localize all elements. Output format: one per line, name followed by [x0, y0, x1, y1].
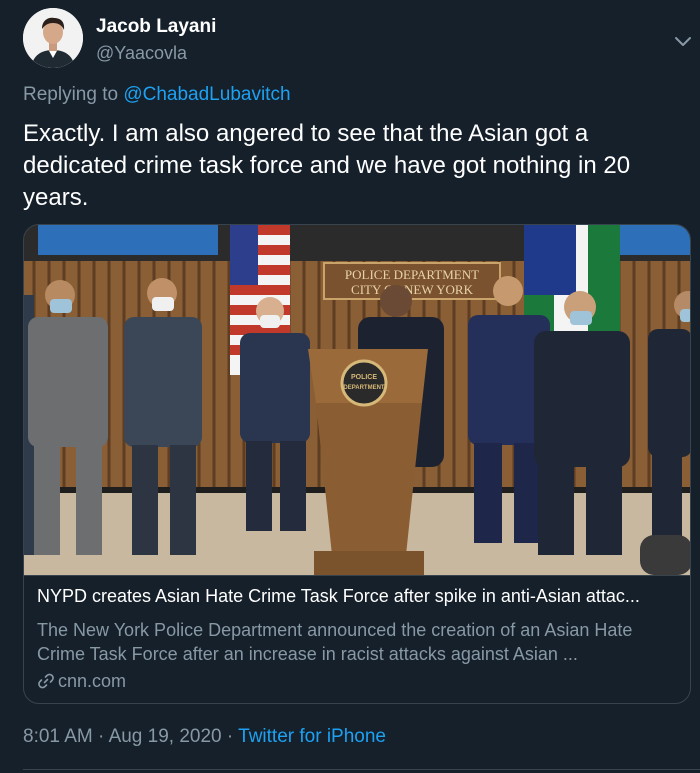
tweet-time[interactable]: 8:01 AM — [23, 726, 93, 747]
card-title[interactable]: NYPD creates Asian Hate Crime Task Force… — [37, 586, 682, 607]
link-icon — [37, 671, 58, 691]
author-handle[interactable]: @Yaacovla — [96, 43, 187, 64]
tweet: Jacob Layani @Yaacovla Replying to @Chab… — [0, 0, 700, 773]
divider — [23, 769, 700, 770]
tweet-date[interactable]: Aug 19, 2020 — [109, 726, 222, 747]
sign-line-2: CITY OF NEW YORK — [351, 282, 474, 297]
author-name[interactable]: Jacob Layani — [96, 16, 216, 38]
replying-to: Replying to @ChabadLubavitch — [23, 84, 291, 106]
tweet-meta: 8:01 AM · Aug 19, 2020 · Twitter for iPh… — [23, 726, 386, 748]
sign-line-1: POLICE DEPARTMENT — [345, 267, 479, 282]
tweet-text: Exactly. I am also angered to see that t… — [23, 120, 631, 211]
chevron-down-icon[interactable] — [672, 30, 694, 52]
card-description: The New York Police Department announced… — [37, 620, 633, 664]
link-card[interactable]: POLICE DEPARTMENT CITY OF NEW YORK POLIC… — [23, 224, 691, 704]
meta-separator: · — [221, 726, 239, 747]
podium-seal-line-1: POLICE — [351, 374, 377, 381]
meta-separator: · — [92, 726, 109, 747]
avatar[interactable] — [23, 8, 83, 68]
card-domain[interactable]: cnn.com — [37, 671, 126, 692]
podium-seal-line-2: DEPARTMENT — [343, 385, 385, 391]
tweet-source-link[interactable]: Twitter for iPhone — [238, 726, 386, 747]
reply-mention-link[interactable]: @ChabadLubavitch — [123, 84, 290, 105]
card-domain-text: cnn.com — [58, 671, 127, 691]
replying-to-label: Replying to — [23, 84, 119, 105]
card-image[interactable]: POLICE DEPARTMENT CITY OF NEW YORK POLIC… — [24, 225, 690, 575]
card-body[interactable]: NYPD creates Asian Hate Crime Task Force… — [24, 575, 690, 703]
